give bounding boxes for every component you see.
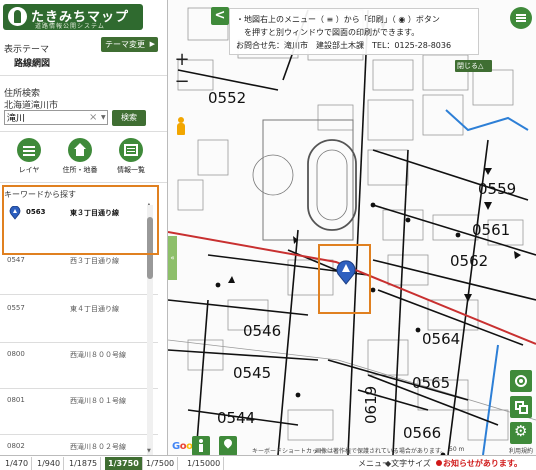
- hamburger-menu-icon[interactable]: [510, 7, 532, 29]
- list-icon: [119, 138, 143, 162]
- address-input-wrapper: × ▼: [4, 110, 108, 125]
- zoom-in-button[interactable]: +: [172, 51, 192, 71]
- keyword-search-header: キーワードから探す: [4, 190, 76, 199]
- divider: [0, 131, 167, 132]
- tool-layers[interactable]: レイヤ: [6, 138, 52, 175]
- info-message-line: を押すと別ウィンドウで図面の印刷ができます。: [236, 28, 420, 37]
- tool-address-label: 住所・地番: [62, 166, 98, 174]
- map-pin-icon: [9, 206, 21, 220]
- road-label: 0546: [243, 322, 281, 340]
- road-name: 東４丁目通り線: [70, 305, 119, 313]
- scroll-down-icon[interactable]: ▼: [147, 448, 151, 454]
- road-label: 0552: [208, 89, 246, 107]
- scale-option[interactable]: 1/7500: [143, 457, 179, 470]
- keyboard-shortcuts-link[interactable]: キーボードショートカット: [252, 446, 324, 455]
- layers-icon: [17, 138, 41, 162]
- home-icon: [68, 138, 92, 162]
- info-message-box: ・地図右上のメニュー（ ≡ ）から「印刷」（ ◉ ）ボタン を押すと別ウィンドウ…: [229, 8, 479, 55]
- panel-toggle-button[interactable]: «: [168, 236, 177, 280]
- logo-mark-icon: [8, 7, 27, 26]
- scale-bar: 1/470 1/940 1/1875 1/3750 1/7500 1/15000…: [0, 455, 536, 470]
- scale-option-active[interactable]: 1/3750: [105, 457, 143, 470]
- road-code: 0557: [7, 304, 25, 312]
- scale-option[interactable]: 1/15000: [184, 457, 225, 470]
- scrollbar[interactable]: [147, 205, 153, 455]
- road-label: 0561: [472, 221, 510, 239]
- road-label: 0562: [450, 252, 488, 270]
- road-name: 東３丁目通り線: [70, 209, 119, 217]
- logo-bar: たきみちマップ 道路情報公開システム: [0, 0, 167, 32]
- scale-option[interactable]: 1/470: [2, 457, 33, 470]
- road-code: 0800: [7, 350, 25, 358]
- divider: [0, 182, 167, 183]
- theme-value: 路線網図: [14, 59, 51, 69]
- street-view-pegman-icon[interactable]: [176, 117, 186, 137]
- divider: [0, 294, 158, 295]
- copyright-text: 画像は著作権で保護されている場合があります。: [315, 448, 447, 455]
- road-code: 0802: [7, 442, 25, 450]
- road-label: 0544: [217, 409, 255, 427]
- list-item[interactable]: 0547 西３丁目通り線: [0, 256, 158, 306]
- road-label: 0619: [362, 386, 380, 424]
- list-item[interactable]: 0802 西滝川８０２号線: [6, 442, 154, 455]
- current-location-icon[interactable]: [510, 370, 532, 392]
- left-panel: たきみちマップ 道路情報公開システム 表示テーマ テーマ変更 路線網図 住所検索…: [0, 0, 168, 455]
- divider: [0, 75, 167, 76]
- tool-info-list[interactable]: 情報一覧: [108, 138, 154, 175]
- back-arrow-button[interactable]: <: [211, 7, 229, 25]
- theme-label: 表示テーマ: [4, 45, 50, 55]
- location-pin-icon[interactable]: [219, 436, 237, 456]
- pedestrian-icon[interactable]: [192, 436, 210, 456]
- road-name: 西３丁目通り線: [70, 257, 119, 265]
- road-code: 0801: [7, 396, 25, 404]
- keyword-result-list: 0563 東３丁目通り線 0547 西３丁目通り線 0557 東４丁目通り線 0…: [0, 200, 158, 455]
- gear-icon[interactable]: [510, 422, 532, 444]
- info-message-line: お問合せ先：滝川市 建設部土木課 TEL：0125-28-8036: [236, 41, 452, 50]
- scale-option[interactable]: 1/1875: [66, 457, 102, 470]
- road-name: 西滝川８０２号線: [70, 443, 126, 451]
- terms-link[interactable]: 利用規約: [509, 446, 533, 455]
- road-code: 0547: [7, 256, 25, 264]
- scrollbar-thumb[interactable]: [147, 217, 153, 279]
- divider: [0, 388, 158, 389]
- tool-address[interactable]: 住所・地番: [57, 138, 103, 175]
- map-marker-icon[interactable]: [336, 260, 356, 285]
- road-label: 0564: [422, 330, 460, 348]
- divider: [0, 342, 158, 343]
- list-item[interactable]: 0563 東３丁目通り線: [6, 206, 154, 258]
- tool-info-list-label: 情報一覧: [117, 166, 145, 174]
- copy-icon[interactable]: [510, 396, 532, 418]
- close-message-button[interactable]: 閉じる△: [455, 60, 492, 72]
- list-item[interactable]: 0800 西滝川８００号線: [0, 350, 158, 400]
- road-label: 0565: [412, 374, 450, 392]
- app-logo[interactable]: たきみちマップ 道路情報公開システム: [3, 4, 143, 30]
- road-label: 0566: [403, 424, 441, 442]
- road-code: 0563: [26, 208, 46, 216]
- address-input[interactable]: [7, 112, 87, 123]
- divider: [0, 434, 158, 435]
- map-scale-label: 50 m: [449, 446, 465, 453]
- road-label: 0545: [233, 364, 271, 382]
- chevron-down-icon[interactable]: ▼: [101, 114, 106, 121]
- clear-icon[interactable]: ×: [89, 111, 97, 124]
- list-item[interactable]: 0801 西滝川８０１号線: [0, 396, 158, 446]
- notice-dot-icon: [436, 460, 442, 466]
- tool-layers-label: レイヤ: [18, 166, 40, 174]
- app-subtitle: 道路情報公開システム: [35, 23, 105, 30]
- theme-change-button[interactable]: テーマ変更: [101, 37, 158, 52]
- road-name: 西滝川８０１号線: [70, 397, 126, 405]
- road-label: 0559: [478, 180, 516, 198]
- zoom-out-button[interactable]: −: [172, 73, 192, 93]
- scale-option[interactable]: 1/940: [34, 457, 65, 470]
- list-item[interactable]: 0557 東４丁目通り線: [0, 304, 158, 354]
- notice-link[interactable]: お知らせがあります。: [443, 457, 522, 470]
- info-message-line: ・地図右上のメニュー（ ≡ ）から「印刷」（ ◉ ）ボタン: [236, 15, 440, 24]
- text-size-link[interactable]: ◆文字サイズ: [385, 457, 431, 470]
- search-button[interactable]: 検索: [112, 110, 146, 126]
- road-name: 西滝川８００号線: [70, 351, 126, 359]
